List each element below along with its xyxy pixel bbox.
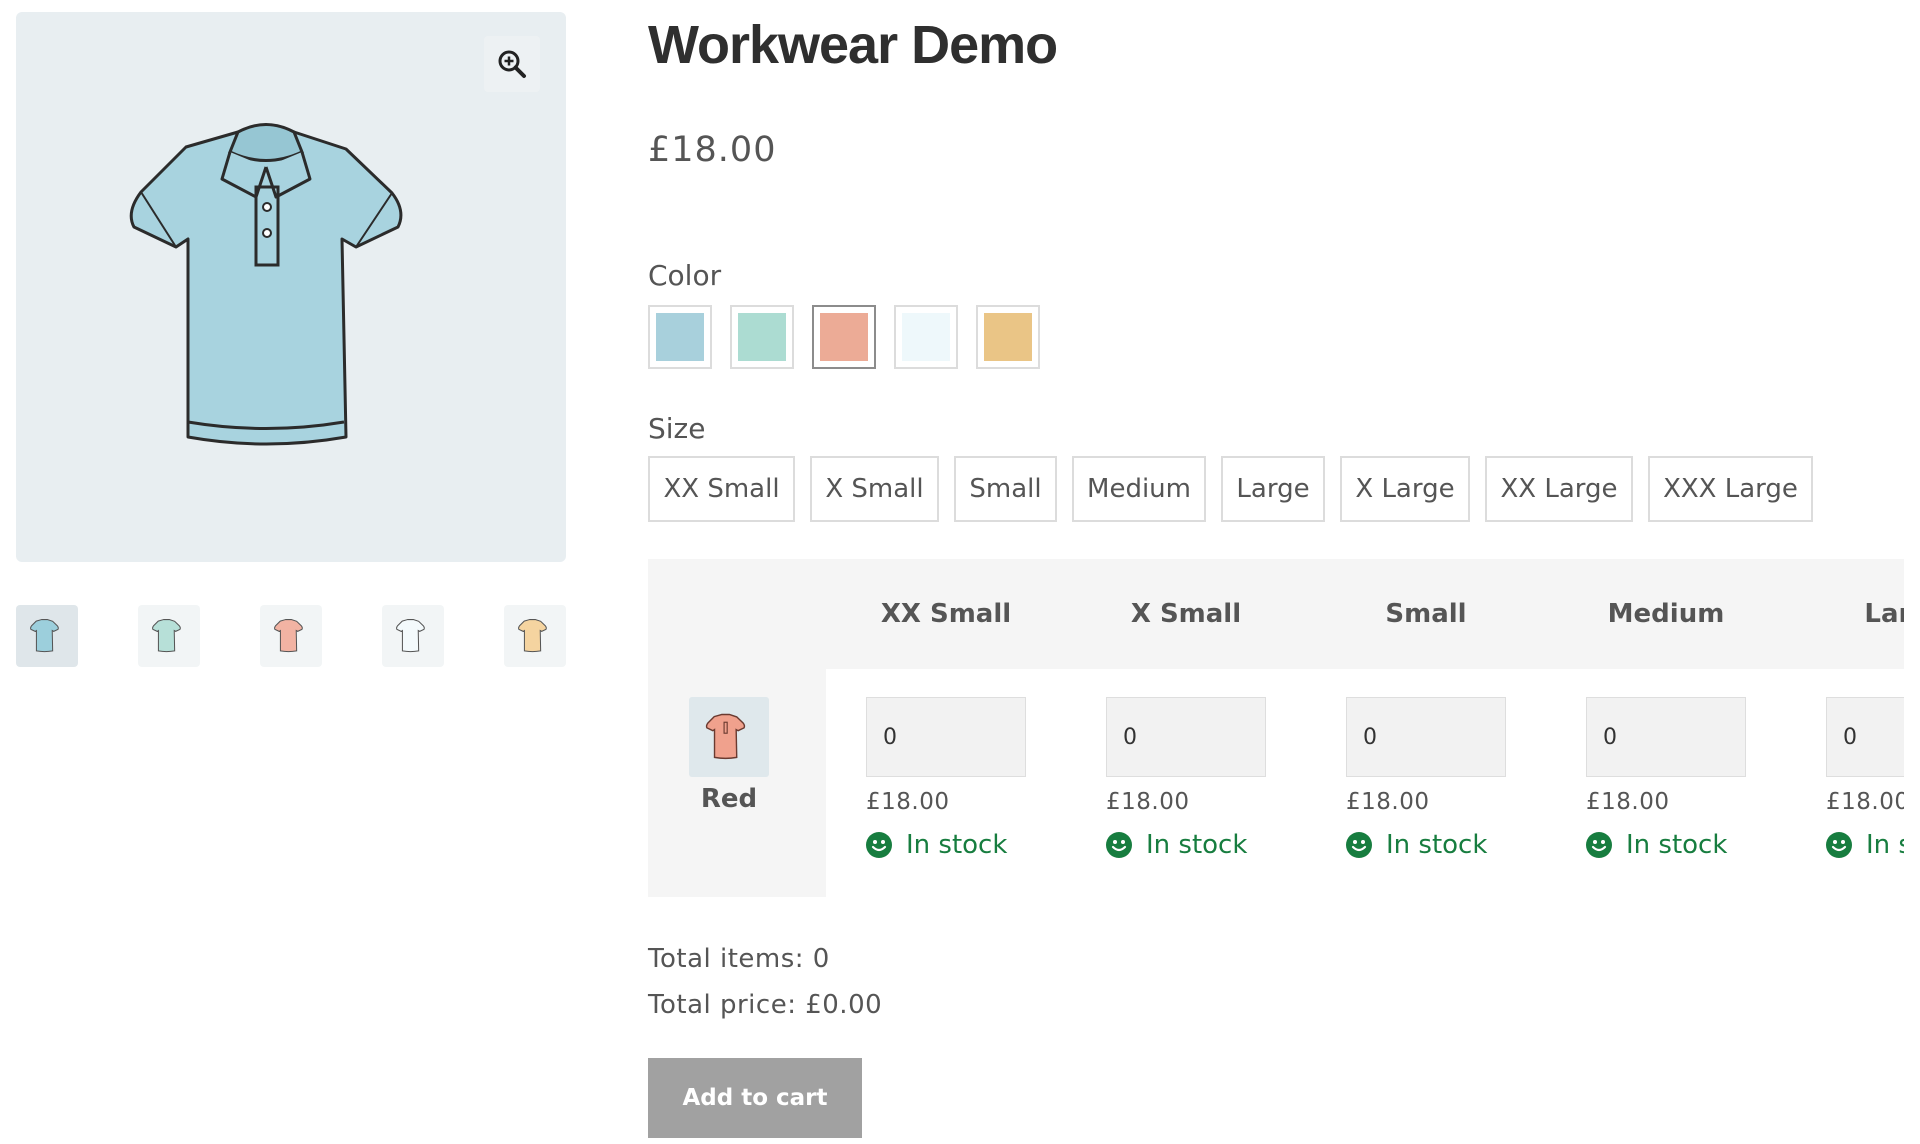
stock-text: In stock — [906, 830, 1008, 860]
cell-price: £18.00 — [866, 789, 950, 815]
size-options: XX Small X Small Small Medium Large X Large XX… — [648, 456, 1920, 524]
matrix-column-header: Small — [1385, 599, 1467, 629]
variation-matrix: Red XX Small X Small Small Medium Large £18.0… — [648, 559, 1904, 897]
gallery-thumbnail[interactable] — [16, 605, 78, 667]
stock-text: In stock — [1386, 830, 1488, 860]
matrix-cell: £18.00 In stock — [1586, 697, 1826, 877]
zoom-in-icon — [498, 50, 526, 78]
matrix-cell: £18.00 In stock — [1826, 697, 1904, 877]
thumbnail-strip — [16, 605, 566, 667]
total-price: Total price: £0.00 — [648, 990, 883, 1020]
color-label: Color — [648, 259, 722, 292]
matrix-cell: £18.00 In stock — [1106, 697, 1346, 877]
cell-price: £18.00 — [1586, 789, 1670, 815]
cell-price: £18.00 — [1826, 789, 1904, 815]
stock-text: In stock — [1626, 830, 1728, 860]
main-product-image[interactable] — [16, 12, 566, 562]
color-swatches — [648, 305, 1048, 373]
stock-status: In stock — [1346, 830, 1487, 860]
matrix-column-header: Medium — [1607, 599, 1725, 629]
smiley-icon — [866, 832, 892, 858]
matrix-cell: £18.00 In stock — [866, 697, 1106, 877]
size-option[interactable]: XX Small — [648, 456, 795, 522]
stock-status: In stock — [1826, 830, 1904, 860]
stock-text: In stock — [1866, 830, 1904, 860]
color-swatch[interactable] — [648, 305, 712, 369]
polo-shirt-thumbnail — [396, 619, 425, 653]
size-label: Size — [648, 412, 706, 445]
polo-shirt-thumbnail — [152, 619, 181, 653]
polo-shirt-thumbnail — [30, 619, 59, 653]
smiley-icon — [1586, 832, 1612, 858]
polo-shirt-image — [129, 123, 403, 446]
polo-shirt-thumbnail — [518, 619, 547, 653]
row-thumbnail — [689, 697, 769, 777]
matrix-column-header: X Small — [1130, 599, 1242, 629]
product-summary: Workwear Demo £18.00 Color Size XX Small… — [648, 0, 1920, 1144]
polo-shirt-thumbnail — [705, 713, 746, 760]
matrix-column-header: XX Small — [880, 599, 1012, 629]
matrix-cell: £18.00 In stock — [1346, 697, 1586, 877]
stock-status: In stock — [1586, 830, 1727, 860]
smiley-icon — [1346, 832, 1372, 858]
size-option[interactable]: Medium — [1072, 456, 1206, 522]
matrix-column-header: Large — [1864, 599, 1904, 629]
color-swatch-fill — [820, 313, 868, 361]
stock-status: In stock — [1106, 830, 1247, 860]
quantity-input[interactable] — [1826, 697, 1904, 777]
color-swatch[interactable] — [976, 305, 1040, 369]
quantity-input[interactable] — [866, 697, 1026, 777]
polo-shirt-thumbnail — [274, 619, 303, 653]
gallery-thumbnail[interactable] — [260, 605, 322, 667]
color-swatch-fill — [984, 313, 1032, 361]
quantity-input[interactable] — [1106, 697, 1266, 777]
row-label: Red — [700, 784, 758, 814]
size-option[interactable]: X Large — [1340, 456, 1470, 522]
gallery-thumbnail[interactable] — [382, 605, 444, 667]
quantity-input[interactable] — [1346, 697, 1506, 777]
total-items: Total items: 0 — [648, 944, 830, 974]
color-swatch[interactable] — [730, 305, 794, 369]
color-swatch[interactable] — [812, 305, 876, 369]
cell-price: £18.00 — [1106, 789, 1190, 815]
smiley-icon — [1826, 832, 1852, 858]
stock-text: In stock — [1146, 830, 1248, 860]
product-price: £18.00 — [648, 130, 777, 170]
quantity-input[interactable] — [1586, 697, 1746, 777]
add-to-cart-button[interactable]: Add to cart — [648, 1058, 862, 1138]
zoom-button[interactable] — [484, 36, 540, 92]
color-swatch-fill — [738, 313, 786, 361]
size-option[interactable]: X Small — [810, 456, 939, 522]
cell-price: £18.00 — [1346, 789, 1430, 815]
size-option[interactable]: XXX Large — [1648, 456, 1813, 522]
color-swatch-fill — [656, 313, 704, 361]
size-option[interactable]: Large — [1221, 456, 1325, 522]
gallery-thumbnail[interactable] — [504, 605, 566, 667]
color-swatch-fill — [902, 313, 950, 361]
stock-status: In stock — [866, 830, 1007, 860]
gallery-thumbnail[interactable] — [138, 605, 200, 667]
color-swatch[interactable] — [894, 305, 958, 369]
product-title: Workwear Demo — [648, 15, 1058, 75]
smiley-icon — [1106, 832, 1132, 858]
size-option[interactable]: Small — [954, 456, 1057, 522]
size-option[interactable]: XX Large — [1485, 456, 1633, 522]
